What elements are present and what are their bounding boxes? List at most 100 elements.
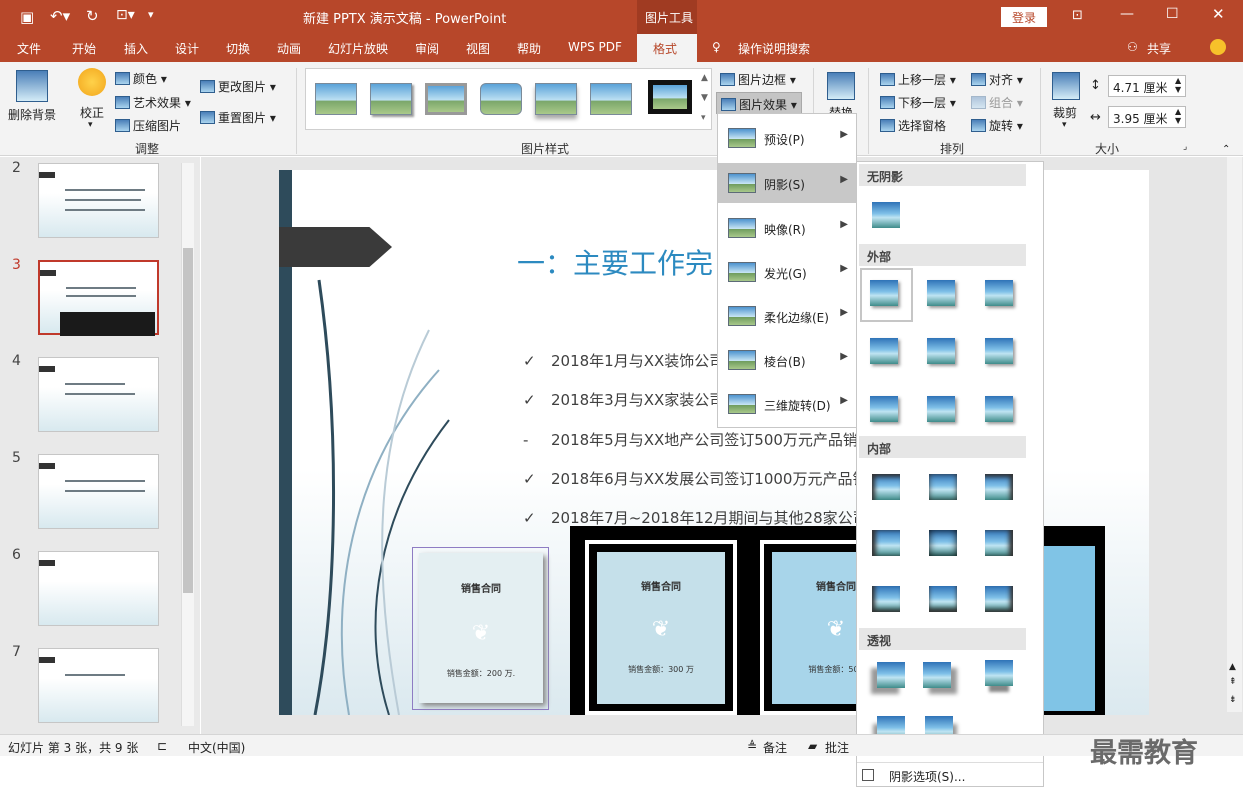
color-button[interactable]: 颜色 ▾ bbox=[115, 70, 167, 87]
ribbon-display-icon[interactable]: ⊡ bbox=[1072, 8, 1083, 23]
shadow-outer-option[interactable] bbox=[870, 338, 898, 364]
minimize-icon[interactable]: — bbox=[1120, 6, 1134, 22]
shadow-outer-option[interactable] bbox=[985, 338, 1013, 364]
presenter-icon[interactable]: ⊡▾ bbox=[116, 7, 135, 23]
shadow-perspective-option[interactable] bbox=[923, 662, 951, 688]
contract-image-1[interactable]: 销售合同 ❦ 销售金额：200 万. bbox=[419, 553, 543, 703]
bullet-item[interactable]: ✓ 2018年1月与XX装饰公司签 bbox=[523, 350, 739, 371]
bullet-item[interactable]: ✓ 2018年7月~2018年12月期间与其他28家公司签 bbox=[523, 507, 883, 528]
shadow-inner-option[interactable] bbox=[872, 530, 900, 556]
slide-thumbnail-5[interactable] bbox=[38, 454, 159, 529]
menu-item-preset[interactable]: 预设(P) ▶ bbox=[718, 118, 856, 158]
shadow-inner-option[interactable] bbox=[929, 586, 957, 612]
picture-style-1[interactable] bbox=[315, 83, 357, 115]
shadow-none-option[interactable] bbox=[872, 202, 900, 228]
undo-icon[interactable]: ↶▾ bbox=[50, 7, 70, 25]
shadow-inner-option[interactable] bbox=[929, 530, 957, 556]
maximize-icon[interactable]: ☐ bbox=[1166, 6, 1179, 22]
change-picture-button[interactable]: 更改图片 ▾ bbox=[200, 78, 276, 95]
menu-item-glow[interactable]: 发光(G) ▶ bbox=[718, 252, 856, 292]
contract-image-2[interactable]: 销售合同 ❦ 销售金额：300 万 bbox=[597, 552, 725, 704]
gallery-scroll-down-icon[interactable]: ▼ bbox=[701, 93, 708, 103]
tab-file[interactable]: 文件 bbox=[17, 40, 41, 57]
comments-button[interactable]: 批注 bbox=[825, 739, 849, 756]
tab-help[interactable]: 帮助 bbox=[517, 40, 541, 57]
picture-style-5[interactable] bbox=[535, 83, 577, 115]
tab-format[interactable]: 格式 bbox=[637, 34, 697, 62]
picture-style-6[interactable] bbox=[590, 83, 632, 115]
menu-item-soft-edges[interactable]: 柔化边缘(E) ▶ bbox=[718, 296, 856, 336]
corrections-button[interactable]: 校正 bbox=[80, 104, 104, 121]
crop-button[interactable]: 裁剪 bbox=[1053, 104, 1077, 121]
edit-scrollbar[interactable]: ▲ ⇞ ⇟ bbox=[1227, 157, 1242, 712]
shadow-outer-option[interactable] bbox=[927, 338, 955, 364]
contract-image-4[interactable] bbox=[1040, 546, 1095, 711]
save-icon[interactable]: ▣ bbox=[20, 8, 34, 26]
group-button[interactable]: 组合 ▾ bbox=[971, 94, 1023, 111]
smiley-icon[interactable] bbox=[1210, 39, 1226, 55]
menu-item-reflection[interactable]: 映像(R) ▶ bbox=[718, 208, 856, 248]
bullet-item[interactable]: ✓ 2018年6月与XX发展公司签订1000万元产品销 bbox=[523, 468, 867, 489]
menu-item-bevel[interactable]: 棱台(B) ▶ bbox=[718, 340, 856, 380]
close-icon[interactable]: ✕ bbox=[1212, 5, 1225, 23]
menu-item-shadow[interactable]: 阴影(S) ▶ bbox=[718, 163, 856, 203]
picture-style-3[interactable] bbox=[425, 83, 467, 115]
height-field[interactable]: 4.71 厘米 ▲ ▼ bbox=[1108, 75, 1186, 97]
spinner-icon[interactable]: ▲ ▼ bbox=[1175, 76, 1181, 94]
slide-thumbnail-3[interactable] bbox=[38, 260, 159, 336]
menu-item-3d-rotation[interactable]: 三维旋转(D) ▶ bbox=[718, 384, 856, 424]
bullet-item[interactable]: -2018年5月与XX地产公司签订500万元产品销售 bbox=[523, 429, 873, 450]
tab-review[interactable]: 审阅 bbox=[415, 40, 439, 57]
notes-button[interactable]: 备注 bbox=[763, 739, 787, 756]
thumb-scrollbar[interactable] bbox=[181, 163, 194, 726]
slide-title[interactable]: 一：主要工作完 bbox=[517, 242, 713, 282]
bullet-item[interactable]: ✓ 2018年3月与XX家装公司签 bbox=[523, 389, 739, 410]
picture-style-4[interactable] bbox=[480, 83, 522, 115]
accessibility-icon[interactable]: ⊏ bbox=[157, 739, 167, 753]
language-status[interactable]: 中文(中国) bbox=[188, 739, 245, 756]
slide-thumbnail-7[interactable] bbox=[38, 648, 159, 723]
next-slide-icon[interactable]: ⇟ bbox=[1229, 695, 1237, 705]
tab-animations[interactable]: 动画 bbox=[277, 40, 301, 57]
selection-pane-button[interactable]: 选择窗格 bbox=[880, 117, 946, 134]
remove-background-button[interactable]: 删除背景 bbox=[8, 106, 56, 123]
picture-border-button[interactable]: 图片边框 ▾ bbox=[720, 71, 796, 88]
tab-slideshow[interactable]: 幻灯片放映 bbox=[328, 40, 388, 57]
reset-picture-button[interactable]: 重置图片 ▾ bbox=[200, 109, 276, 126]
shadow-outer-option[interactable] bbox=[870, 280, 898, 306]
login-button[interactable]: 登录 bbox=[1001, 7, 1047, 27]
thumb-scroll-thumb[interactable] bbox=[183, 248, 193, 593]
gallery-more-icon[interactable]: ▾ bbox=[701, 113, 706, 123]
scroll-up-icon[interactable]: ▲ bbox=[1229, 662, 1236, 672]
selected-image-frame[interactable]: 销售合同 ❦ 销售金额：200 万. bbox=[412, 547, 549, 710]
dialog-launcher-icon[interactable]: ⌟ bbox=[1183, 142, 1187, 152]
compress-pictures-button[interactable]: 压缩图片 bbox=[115, 117, 181, 134]
shadow-outer-option[interactable] bbox=[985, 396, 1013, 422]
shadow-inner-option[interactable] bbox=[929, 474, 957, 500]
picture-style-2[interactable] bbox=[370, 83, 412, 115]
redo-icon[interactable]: ↻ bbox=[86, 7, 99, 25]
tab-home[interactable]: 开始 bbox=[72, 40, 96, 57]
tab-view[interactable]: 视图 bbox=[466, 40, 490, 57]
shadow-inner-option[interactable] bbox=[872, 474, 900, 500]
shadow-perspective-option[interactable] bbox=[877, 662, 905, 688]
prev-slide-icon[interactable]: ⇞ bbox=[1229, 677, 1237, 687]
share-button[interactable]: 共享 bbox=[1147, 40, 1171, 57]
shadow-options-link[interactable]: 阴影选项(S)... bbox=[889, 768, 965, 785]
slide-thumbnail-4[interactable] bbox=[38, 357, 159, 432]
artistic-effects-button[interactable]: 艺术效果 ▾ bbox=[115, 94, 191, 111]
bring-forward-button[interactable]: 上移一层 ▾ bbox=[880, 71, 956, 88]
shadow-inner-option[interactable] bbox=[985, 474, 1013, 500]
send-backward-button[interactable]: 下移一层 ▾ bbox=[880, 94, 956, 111]
customize-qat-icon[interactable]: ▾ bbox=[148, 8, 154, 21]
shadow-outer-option[interactable] bbox=[985, 280, 1013, 306]
tell-me-search[interactable]: 操作说明搜索 bbox=[738, 40, 810, 57]
shadow-outer-option[interactable] bbox=[927, 396, 955, 422]
shadow-perspective-option[interactable] bbox=[985, 660, 1013, 686]
slide-thumbnail-6[interactable] bbox=[38, 551, 159, 626]
gallery-scroll-up-icon[interactable]: ▲ bbox=[701, 73, 708, 83]
rotate-button[interactable]: 旋转 ▾ bbox=[971, 117, 1023, 134]
picture-style-7[interactable] bbox=[648, 80, 692, 114]
tab-design[interactable]: 设计 bbox=[175, 40, 199, 57]
width-field[interactable]: 3.95 厘米 ▲ ▼ bbox=[1108, 106, 1186, 128]
